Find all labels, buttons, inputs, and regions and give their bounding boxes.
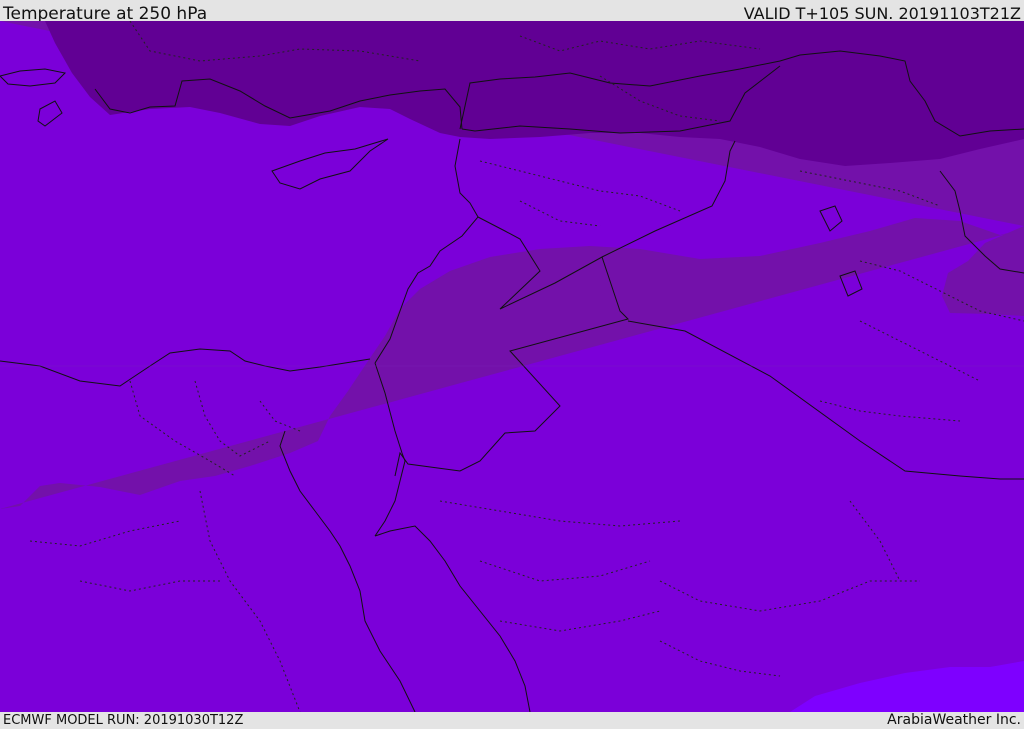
- footer-bar: ECMWF MODEL RUN: 20191030T12Z ArabiaWeat…: [0, 712, 1024, 729]
- header-bar: Temperature at 250 hPa VALID T+105 SUN. …: [0, 0, 1024, 24]
- model-run: ECMWF MODEL RUN: 20191030T12Z: [3, 713, 244, 728]
- temperature-map: [0, 21, 1024, 712]
- credit: ArabiaWeather Inc.: [887, 712, 1021, 728]
